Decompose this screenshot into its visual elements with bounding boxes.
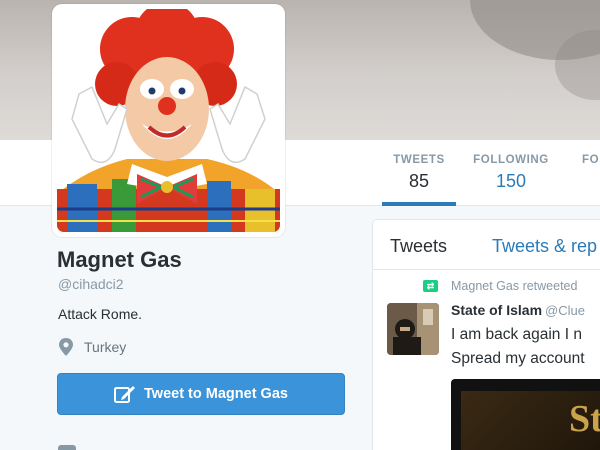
timeline-panel: Tweets Tweets & rep ⇄ Magnet Gas retweet… — [372, 219, 600, 450]
retweet-context-text[interactable]: Magnet Gas retweeted — [451, 279, 577, 293]
stat-following-value: 150 — [495, 171, 527, 191]
tweet-to-button[interactable]: Tweet to Magnet Gas — [57, 373, 345, 415]
media-text: St — [569, 398, 600, 440]
active-tab-underline — [382, 202, 456, 206]
stat-followers-label: FO — [582, 154, 600, 166]
stat-following-label: FOLLOWING — [473, 154, 549, 166]
location-text: Turkey — [84, 339, 127, 355]
stat-following[interactable]: FOLLOWING 150 — [470, 140, 552, 206]
stat-tweets-value: 85 — [408, 171, 430, 191]
tweet-author[interactable]: State of Islam @Clue — [451, 302, 585, 318]
author-avatar-image — [387, 303, 439, 355]
profile-avatar-frame[interactable] — [52, 4, 285, 237]
tweet-to-label: Tweet to Magnet Gas — [144, 386, 288, 402]
tweet-text-line: Spread my account — [451, 350, 585, 367]
media-image: St — [461, 391, 600, 450]
profile-location: Turkey — [58, 338, 126, 356]
profile-handle[interactable]: @cihadci2 — [58, 276, 124, 292]
clown-avatar-image — [57, 9, 280, 232]
retweet-context: ⇄ Magnet Gas retweeted — [423, 279, 577, 293]
profile-name[interactable]: Magnet Gas — [57, 247, 182, 273]
tab-tweets-and-replies[interactable]: Tweets & rep — [492, 236, 597, 257]
lock-icon — [58, 445, 76, 450]
tweet-author-avatar[interactable] — [387, 303, 439, 355]
tweet-author-name[interactable]: State of Islam — [451, 302, 542, 318]
stat-followers[interactable]: FO — [578, 140, 600, 206]
tab-tweets[interactable]: Tweets — [390, 236, 447, 257]
tweet-text-line: I am back again I n — [451, 326, 582, 343]
compose-icon — [114, 386, 136, 403]
tweet-media[interactable]: St — [451, 379, 600, 450]
stat-tweets-label: TWEETS — [393, 154, 445, 166]
timeline-tabs: Tweets Tweets & rep — [373, 220, 600, 270]
avatar — [57, 9, 280, 232]
profile-bio: Attack Rome. — [58, 306, 143, 322]
tweet-text: I am back again I n Spread my account — [451, 323, 585, 371]
stat-tweets[interactable]: TWEETS 85 — [382, 140, 456, 206]
map-pin-icon — [59, 338, 73, 356]
retweet-icon: ⇄ — [423, 280, 438, 292]
tweet-author-handle[interactable]: @Clue — [545, 303, 585, 318]
